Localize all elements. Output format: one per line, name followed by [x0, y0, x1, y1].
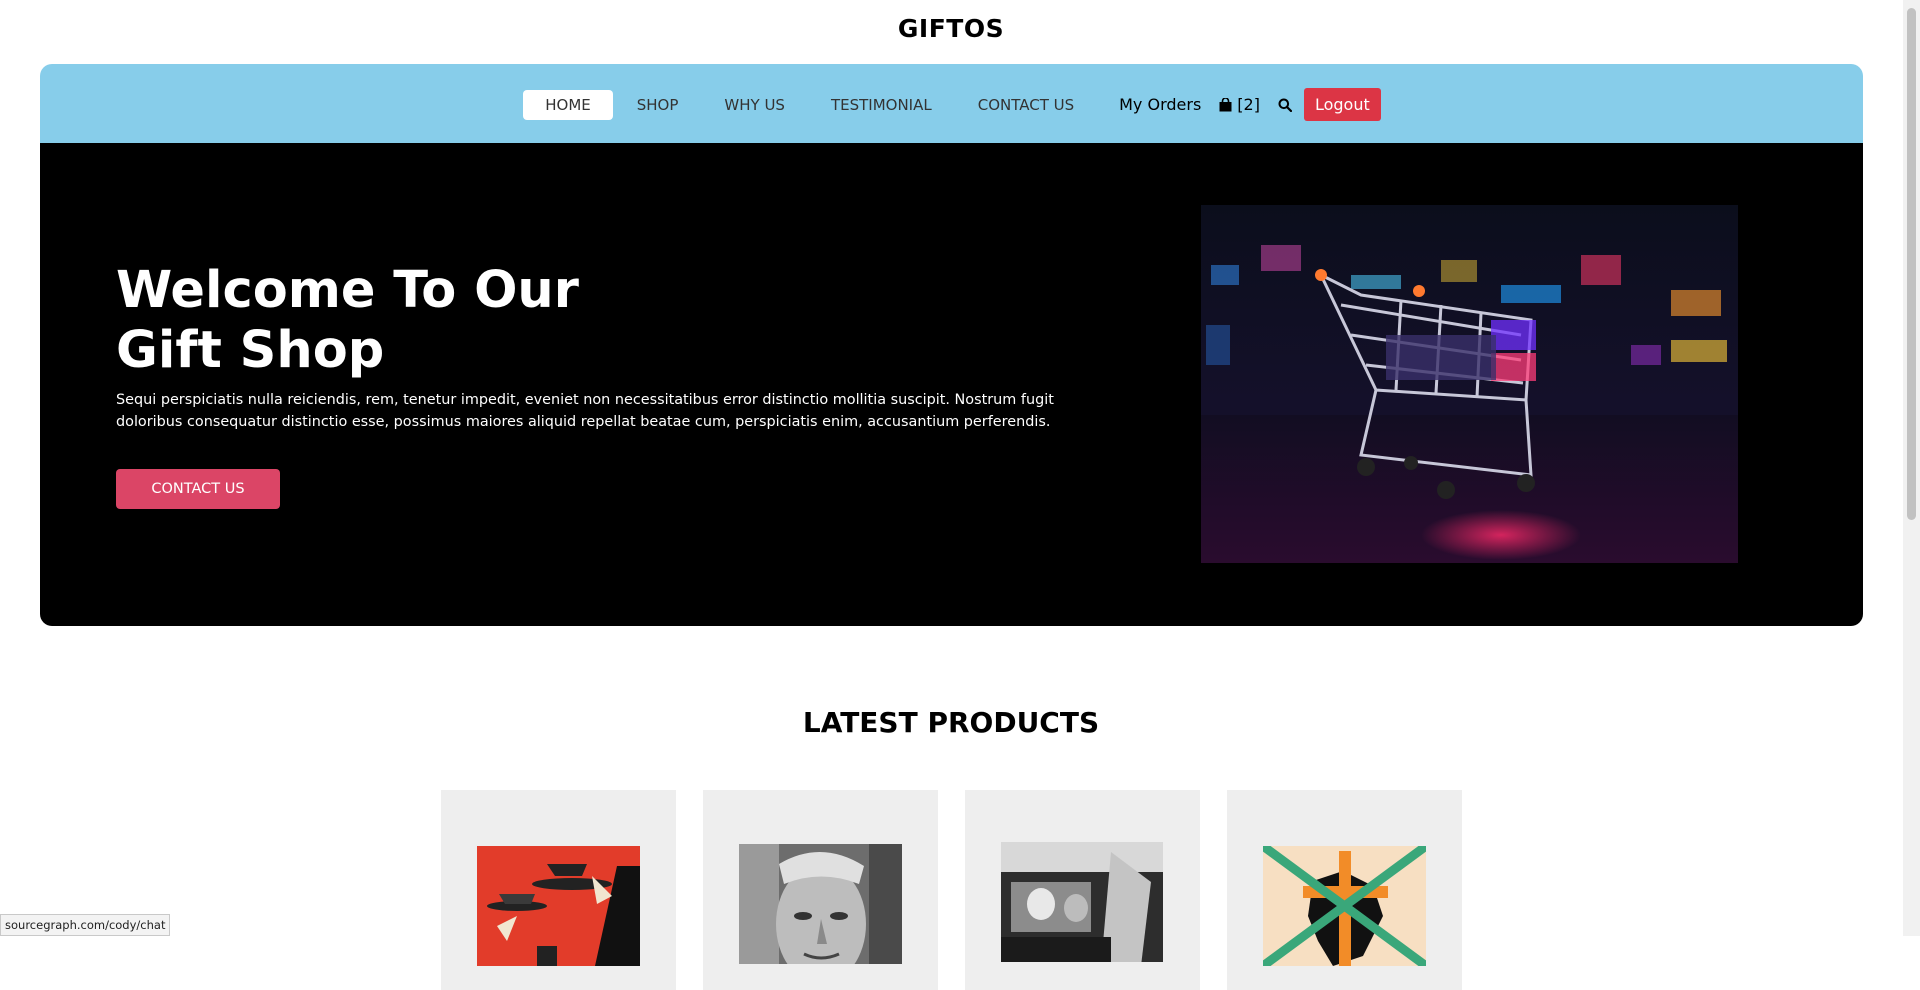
- hero-description: Sequi perspiciatis nulla reiciendis, rem…: [116, 392, 1054, 430]
- nav-why-us[interactable]: WHY US: [702, 90, 807, 120]
- hero-section: Welcome To Our Gift Shop Sequi perspicia…: [40, 143, 1863, 626]
- vertical-scrollbar[interactable]: [1903, 0, 1920, 936]
- neon-cart-illustration: [1201, 245, 1738, 563]
- scrollbar-thumb[interactable]: [1907, 8, 1916, 520]
- nav-links: HOME SHOP WHY US TESTIMONIAL CONTACT US …: [40, 88, 1863, 121]
- product-image-crossed-map: [1263, 846, 1426, 966]
- shopping-bag-icon: [1219, 97, 1232, 111]
- nav-contact-us[interactable]: CONTACT US: [956, 90, 1096, 120]
- nav-testimonial[interactable]: TESTIMONIAL: [809, 90, 954, 120]
- product-grid: [441, 790, 1462, 990]
- status-bar-url: sourcegraph.com/cody/chat: [0, 914, 171, 936]
- brand-logo[interactable]: GIFTOS: [0, 14, 1902, 43]
- product-image-bw-car: [1001, 842, 1163, 962]
- hero-title: Welcome To Our Gift Shop: [116, 261, 716, 381]
- hero-contact-button[interactable]: CONTACT US: [116, 469, 280, 509]
- product-card[interactable]: [1227, 790, 1462, 990]
- cart-count: [2]: [1237, 95, 1260, 114]
- nav-home[interactable]: HOME: [523, 89, 613, 120]
- nav-shop[interactable]: SHOP: [615, 90, 701, 120]
- product-card[interactable]: [441, 790, 676, 990]
- main-navbar: HOME SHOP WHY US TESTIMONIAL CONTACT US …: [40, 64, 1863, 143]
- product-image-bw-portrait: [739, 844, 902, 964]
- latest-products-title: LATEST PRODUCTS: [802, 706, 1100, 739]
- cart-link[interactable]: [2]: [1219, 95, 1260, 114]
- product-image-red-illustration: [477, 846, 640, 966]
- logout-button[interactable]: Logout: [1303, 88, 1381, 121]
- search-button[interactable]: [1278, 98, 1292, 112]
- my-orders-link[interactable]: My Orders: [1119, 95, 1201, 114]
- product-card[interactable]: [703, 790, 938, 990]
- product-card[interactable]: [965, 790, 1200, 990]
- search-icon: [1278, 98, 1292, 112]
- shopping-cart-image: [1201, 205, 1738, 563]
- hero-title-line1: Welcome To Our: [116, 261, 579, 320]
- hero-title-line2: Gift Shop: [116, 321, 385, 380]
